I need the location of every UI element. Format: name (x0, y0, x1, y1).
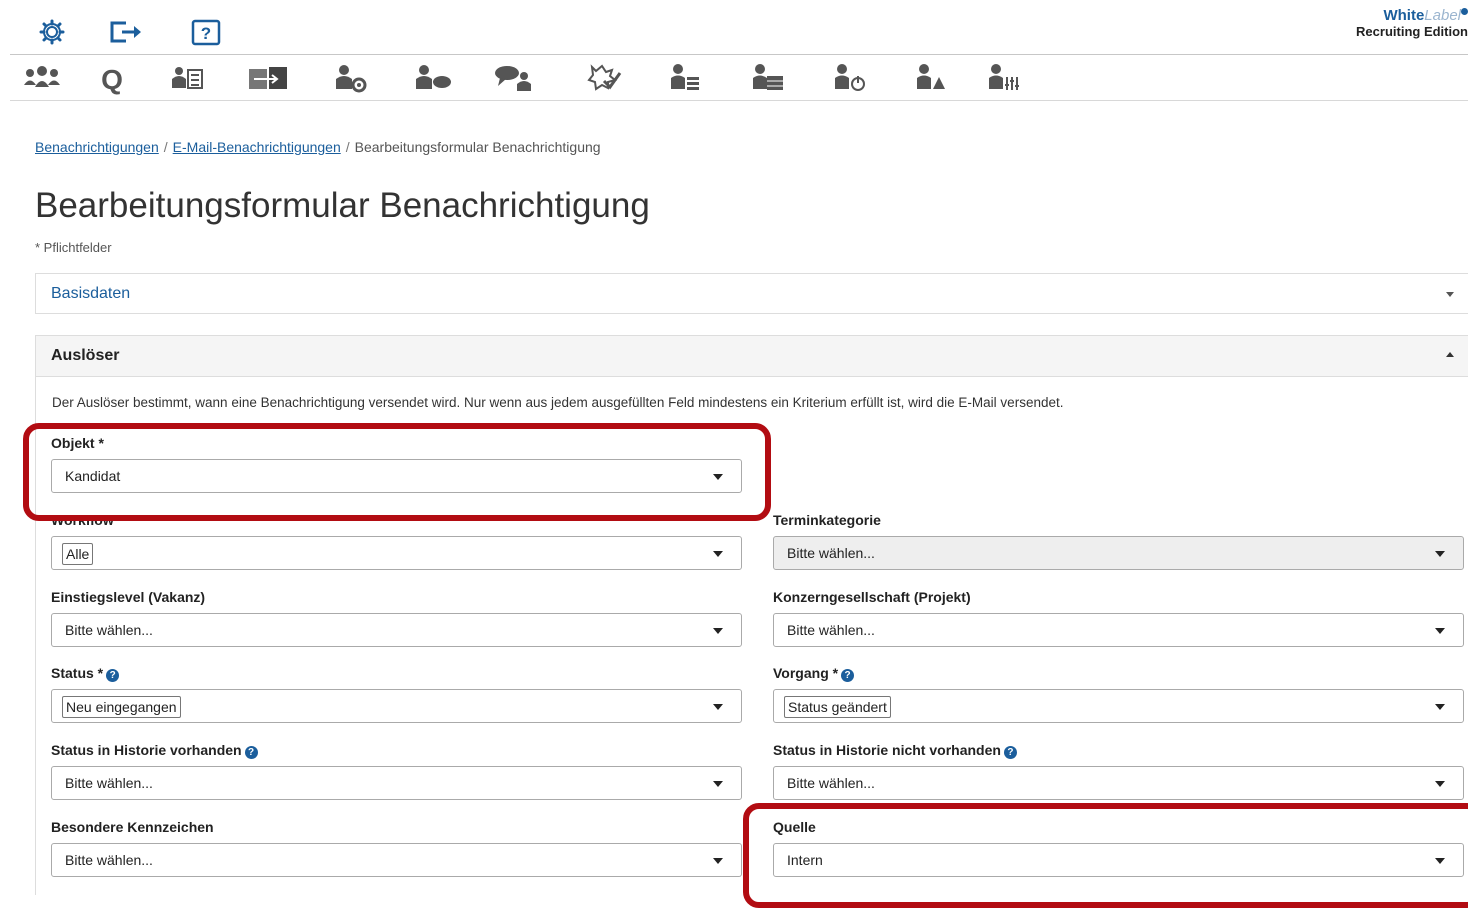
chevron-up-icon (1446, 352, 1454, 357)
brand-label: Label (1424, 7, 1461, 24)
status-value-chip: Neu eingegangen (62, 696, 181, 718)
trigger-description: Der Auslöser bestimmt, wann eine Benachr… (52, 395, 1064, 410)
breadcrumb-link-benachrichtigungen[interactable]: Benachrichtigungen (35, 139, 159, 155)
status-select[interactable]: Neu eingegangen (51, 689, 742, 723)
status-historie-nicht-select[interactable]: Bitte wählen... (773, 766, 1464, 800)
kennzeichen-value: Bitte wählen... (65, 852, 153, 868)
user-chat-icon[interactable] (410, 61, 454, 95)
einstiegslevel-label: Einstiegslevel (Vakanz) (51, 589, 206, 605)
dropdown-arrow-icon (713, 474, 723, 480)
panel-ausloeser-header[interactable]: Auslöser (36, 336, 1468, 377)
dropdown-arrow-icon (713, 704, 723, 710)
search-q-icon[interactable]: Q (90, 61, 134, 95)
breadcrumb-current: Bearbeitungsformular Benachrichtigung (354, 139, 601, 155)
help-icon[interactable]: ? (106, 669, 120, 682)
status-label-wrap: Status *? (51, 665, 120, 682)
status-historie-nicht-label: Status in Historie nicht vorhanden (773, 742, 1001, 758)
workflow-select[interactable]: Alle (51, 536, 742, 570)
konzerngesellschaft-value: Bitte wählen... (787, 622, 875, 638)
vorgang-label: Vorgang * (773, 665, 839, 681)
panel-ausloeser-title: Auslöser (51, 347, 120, 364)
help-icon[interactable]: ? (1003, 746, 1017, 759)
status-historie-vorhanden-label-wrap: Status in Historie vorhanden? (51, 742, 258, 759)
dropdown-arrow-icon (1435, 551, 1445, 557)
user-list-icon[interactable] (662, 61, 706, 95)
breadcrumb-link-email[interactable]: E-Mail-Benachrichtigungen (173, 139, 341, 155)
brand-name: White (1383, 7, 1425, 24)
help-icon[interactable]: ? (841, 669, 855, 682)
dropdown-arrow-icon (713, 781, 723, 787)
workflow-value-chip: Alle (62, 543, 94, 565)
kennzeichen-select[interactable]: Bitte wählen... (51, 843, 742, 877)
user-alert-icon[interactable] (908, 61, 952, 95)
status-historie-nicht-label-wrap: Status in Historie nicht vorhanden? (773, 742, 1017, 759)
dropdown-arrow-icon (713, 858, 723, 864)
chevron-down-icon (1446, 292, 1454, 297)
toolbar-divider (10, 100, 1468, 101)
quelle-label: Quelle (773, 819, 816, 835)
dropdown-arrow-icon (1435, 858, 1445, 864)
objekt-select[interactable]: Kandidat (51, 459, 742, 493)
brand-dot-icon (1461, 8, 1468, 15)
people-network-icon[interactable] (20, 61, 64, 95)
vorgang-value-chip: Status geändert (784, 696, 891, 718)
objekt-value: Kandidat (65, 468, 121, 484)
panel-basisdaten-title: Basisdaten (51, 285, 131, 302)
quelle-select[interactable]: Intern (773, 843, 1464, 877)
konzerngesellschaft-select[interactable]: Bitte wählen... (773, 613, 1464, 647)
user-sliders-icon[interactable] (980, 61, 1024, 95)
dropdown-arrow-icon (1435, 781, 1445, 787)
status-historie-vorhanden-select[interactable]: Bitte wählen... (51, 766, 742, 800)
status-label: Status * (51, 665, 104, 681)
chat-bubbles-icon[interactable] (492, 61, 536, 95)
einstiegslevel-select[interactable]: Bitte wählen... (51, 613, 742, 647)
user-settings-icon[interactable] (328, 61, 372, 95)
terminkategorie-value: Bitte wählen... (787, 545, 875, 561)
dropdown-arrow-icon (713, 628, 723, 634)
breadcrumb-separator: / (345, 139, 350, 155)
user-power-icon[interactable] (826, 61, 870, 95)
help-icon[interactable]: ? (244, 746, 258, 759)
page-title: Bearbeitungsformular Benachrichtigung (35, 186, 650, 225)
dropdown-arrow-icon (1435, 704, 1445, 710)
workflow-label: Workflow (51, 512, 114, 528)
panel-basisdaten[interactable]: Basisdaten (35, 273, 1468, 314)
candidate-list-icon[interactable] (165, 61, 209, 95)
gear-icon[interactable] (38, 18, 70, 50)
kennzeichen-label: Besondere Kennzeichen (51, 819, 214, 835)
help-icon[interactable]: ? (190, 18, 222, 50)
breadcrumb-separator: / (163, 139, 168, 155)
quelle-value: Intern (787, 852, 823, 868)
top-bar: ? WhiteLabel Recruiting Edition (0, 0, 1468, 54)
konzerngesellschaft-label: Konzerngesellschaft (Projekt) (773, 589, 971, 605)
status-historie-vorhanden-label: Status in Historie vorhanden (51, 742, 242, 758)
brand-edition: Recruiting Edition (1356, 24, 1468, 39)
terminkategorie-label: Terminkategorie (773, 512, 881, 528)
dropdown-arrow-icon (713, 551, 723, 557)
user-table-icon[interactable] (744, 61, 788, 95)
dropdown-arrow-icon (1435, 628, 1445, 634)
breadcrumb: Benachrichtigungen / E-Mail-Benachrichtigu… (35, 139, 601, 155)
objekt-label: Objekt * (51, 435, 104, 451)
status-historie-vorhanden-value: Bitte wählen... (65, 775, 153, 791)
status-historie-nicht-value: Bitte wählen... (787, 775, 875, 791)
vorgang-label-wrap: Vorgang *? (773, 665, 855, 682)
required-fields-note: * Pflichtfelder (35, 240, 112, 255)
terminkategorie-select: Bitte wählen... (773, 536, 1464, 570)
main-toolbar: Q (10, 55, 1468, 101)
transfer-icon[interactable] (246, 61, 290, 95)
svg-text:Q: Q (101, 64, 123, 95)
brand-logo: WhiteLabel Recruiting Edition (1356, 8, 1468, 40)
check-stamp-icon[interactable] (580, 61, 624, 95)
vorgang-select[interactable]: Status geändert (773, 689, 1464, 723)
einstiegslevel-value: Bitte wählen... (65, 622, 153, 638)
svg-text:?: ? (201, 24, 211, 43)
logout-icon[interactable] (108, 18, 141, 50)
